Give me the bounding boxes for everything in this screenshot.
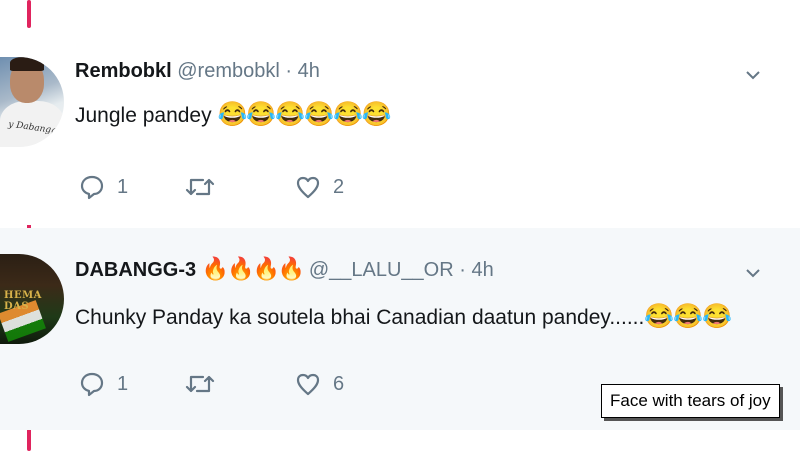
reply-count: 1 [117, 175, 129, 198]
tweet-actions: 1 6 [75, 371, 435, 401]
avatar-poster-text: HEMA DAS [4, 290, 42, 312]
tweet-text-body: Chunky Panday ka soutela bhai Canadian d… [75, 306, 645, 329]
reply-count: 1 [117, 372, 129, 395]
avatar[interactable]: HEMA DAS [0, 254, 64, 344]
display-name[interactable]: DABANGG-3 [75, 259, 196, 281]
face-with-tears-of-joy-emojis: 😂😂😂😂😂😂 [217, 101, 391, 128]
like-count: 2 [333, 175, 345, 198]
tweet-actions: 1 2 [75, 174, 435, 204]
reply-button[interactable]: 1 [79, 371, 128, 397]
timestamp[interactable]: 4h [471, 259, 493, 281]
separator-dot: · [285, 60, 293, 82]
like-count: 6 [333, 372, 345, 395]
user-handle[interactable]: @__LALU__OR [309, 259, 454, 281]
display-name[interactable]: Rembobkl [75, 60, 172, 82]
avatar-hair [10, 57, 44, 71]
thread-line-top [27, 0, 31, 28]
tweet-header: DABANGG-3 🔥🔥🔥🔥 @__LALU__OR · 4h [75, 256, 494, 282]
tweet-header: Rembobkl @rembobkl · 4h [75, 60, 320, 83]
emoji-tooltip: Face with tears of joy [601, 384, 780, 418]
like-button[interactable]: 2 [295, 174, 344, 200]
tweet-text: Jungle pandey 😂😂😂😂😂😂 [75, 100, 392, 129]
retweet-icon [185, 371, 215, 397]
retweet-button[interactable] [185, 371, 227, 397]
face-with-tears-of-joy-emojis: 😂😂😂 [644, 303, 732, 330]
like-icon [295, 371, 321, 397]
user-handle[interactable]: @rembobkl [177, 60, 280, 82]
retweet-button[interactable] [185, 174, 227, 200]
like-icon [295, 174, 321, 200]
tweet-text-body: Jungle pandey [75, 104, 212, 127]
previous-tweet-actions-fragment [0, 0, 800, 10]
separator-dot: · [459, 259, 466, 281]
retweet-icon [185, 174, 215, 200]
tweet-text: Chunky Panday ka soutela bhai Canadian d… [75, 302, 732, 331]
avatar[interactable]: y Dabangg [0, 57, 64, 147]
timestamp[interactable]: 4h [298, 60, 320, 82]
chevron-down-icon[interactable] [746, 266, 760, 280]
chevron-down-icon[interactable] [746, 68, 760, 82]
fire-emojis: 🔥🔥🔥🔥 [201, 256, 306, 281]
reply-button[interactable]: 1 [79, 174, 128, 200]
tweet-reply-1[interactable]: y Dabangg Rembobkl @rembobkl · 4h Jungle… [0, 35, 800, 225]
reply-icon [79, 174, 105, 200]
like-button[interactable]: 6 [295, 371, 344, 397]
reply-icon [79, 371, 105, 397]
